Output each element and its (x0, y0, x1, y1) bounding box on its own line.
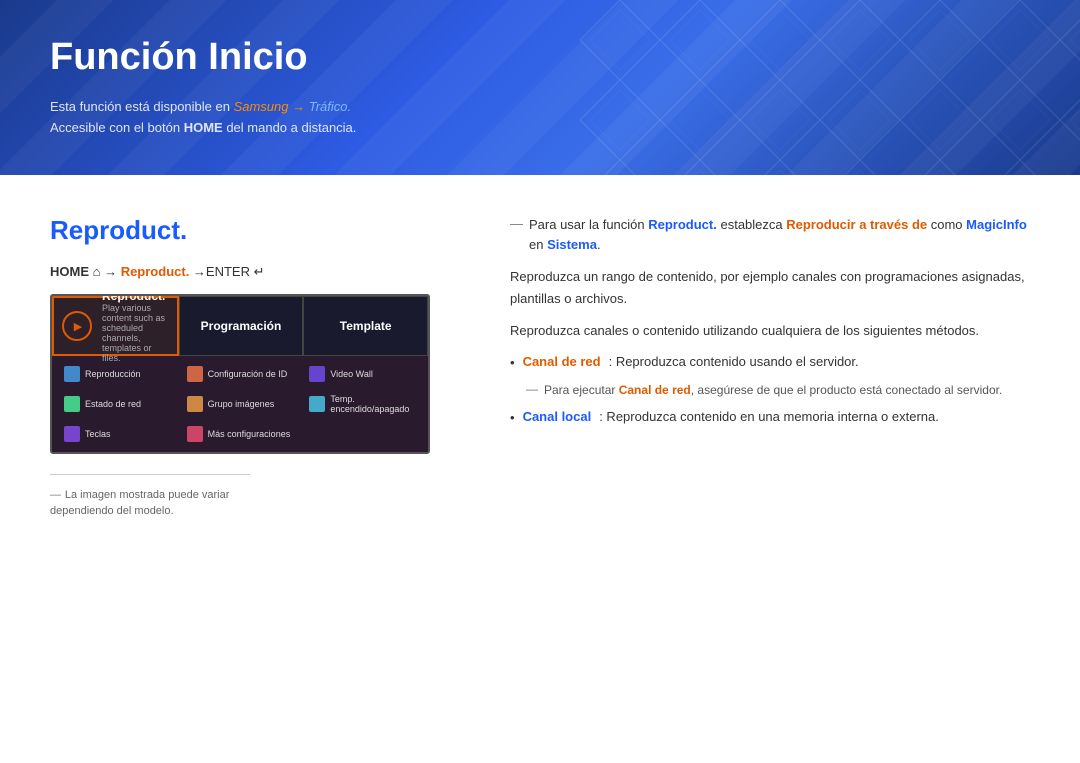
bullet-item-canal-local: Canal local : Reproduzca contenido en una… (510, 407, 1030, 428)
mockup-bottom-item-8[interactable]: Más configuraciones (181, 422, 300, 446)
mockup-bottom-item-4[interactable]: Estado de red (58, 390, 177, 418)
subtitle-line2-prefix: Accesible con el botón (50, 120, 184, 135)
page-title: Función Inicio (50, 36, 1030, 79)
tip-mid1: establezca (717, 217, 786, 232)
item-desc-reproduct: Play various content such as scheduled c… (102, 303, 169, 363)
main-content: Reproduct. HOME ⌂ → Reproduct. →ENTER ↵ … (0, 175, 1080, 557)
footer-dash: — (50, 489, 61, 501)
nav-reproduct-link: Reproduct. (117, 264, 189, 279)
sub-dash: — (526, 382, 538, 396)
mockup-top-bar: Reproduct. Play various content such as … (52, 296, 428, 356)
tip-mid3: en (529, 237, 547, 252)
mockup-bottom-item-2[interactable]: Configuración de ID (181, 362, 300, 386)
item-text-reproduct: Reproduct. Play various content such as … (102, 294, 169, 363)
tip-suffix: . (597, 237, 601, 252)
left-column: Reproduct. HOME ⌂ → Reproduct. →ENTER ↵ … (50, 215, 470, 517)
bottom-label-6: Temp. encendido/apagado (330, 394, 416, 414)
bottom-icon-7 (64, 426, 80, 442)
bottom-icon-8 (187, 426, 203, 442)
tip-line: — Para usar la función Reproduct. establ… (510, 215, 1030, 254)
item-title-reproduct: Reproduct. (102, 294, 169, 303)
tip-reproducir: Reproducir a través de (786, 217, 927, 232)
subtitle-home: HOME (184, 120, 223, 135)
sub-note: — Para ejecutar Canal de red, asegúrese … (526, 381, 1030, 399)
mockup-item-template[interactable]: Template (303, 296, 428, 356)
bottom-icon-5 (187, 396, 203, 412)
bottom-label-5: Grupo imágenes (208, 399, 275, 409)
tip-magicinfo: MagicInfo (966, 217, 1027, 232)
sub-prefix: Para ejecutar (544, 383, 619, 397)
canal-local-label: Canal local (523, 407, 592, 427)
tip-reproduct: Reproduct. (648, 217, 717, 232)
bottom-label-7: Teclas (85, 429, 111, 439)
nav-path: HOME ⌂ → Reproduct. →ENTER ↵ (50, 264, 470, 280)
footer-note: — La imagen mostrada puede variar depend… (50, 474, 250, 517)
bullet-list: Canal de red : Reproduzca contenido usand… (510, 352, 1030, 373)
bottom-icon-1 (64, 366, 80, 382)
mockup-item-programacion[interactable]: Programación (179, 296, 304, 356)
bottom-label-3: Video Wall (330, 369, 373, 379)
bottom-icon-4 (64, 396, 80, 412)
mockup-bottom-item-1[interactable]: Reproducción (58, 362, 177, 386)
canal-red-label: Canal de red (523, 352, 601, 372)
mockup-bottom-item-3[interactable]: Video Wall (303, 362, 422, 386)
item-title-programacion: Programación (201, 319, 282, 333)
tip-text: Para usar la función Reproduct. establez… (529, 215, 1030, 254)
desc1: Reproduzca un rango de contenido, por ej… (510, 266, 1030, 310)
desc2: Reproduzca canales o contenido utilizand… (510, 320, 1030, 342)
mockup-item-reproduct[interactable]: Reproduct. Play various content such as … (52, 296, 179, 356)
bottom-label-8: Más configuraciones (208, 429, 291, 439)
right-column: — Para usar la función Reproduct. establ… (510, 215, 1030, 517)
nav-home-icon: ⌂ → (89, 264, 117, 279)
bottom-icon-2 (187, 366, 203, 382)
mockup-bottom-item-5[interactable]: Grupo imágenes (181, 390, 300, 418)
subtitle-tizen: Tráfico. (309, 99, 351, 114)
mockup-bottom-bar: Reproducción Configuración de ID Video W… (52, 356, 428, 452)
nav-enter: →ENTER ↵ (189, 264, 264, 279)
nav-home-label: HOME (50, 264, 89, 279)
tip-sistema: Sistema (547, 237, 597, 252)
mockup-bottom-item-6[interactable]: Temp. encendido/apagado (303, 390, 422, 418)
tip-dash: — (510, 216, 523, 231)
subtitle-line2-suffix: del mando a distancia. (223, 120, 357, 135)
canal-local-text: : Reproduzca contenido en una memoria in… (599, 407, 939, 427)
bottom-label-2: Configuración de ID (208, 369, 288, 379)
tip-prefix: Para usar la función (529, 217, 648, 232)
sub-note-text: Para ejecutar Canal de red, asegúrese de… (544, 381, 1002, 399)
bottom-icon-3 (309, 366, 325, 382)
subtitle-prefix: Esta función está disponible en (50, 99, 234, 114)
diamond-pattern (580, 0, 1080, 175)
header-subtitle: Esta función está disponible en Samsung … (50, 97, 1030, 139)
section-title: Reproduct. (50, 215, 470, 246)
play-icon (62, 311, 92, 341)
canal-red-text: : Reproduzca contenido usando el servido… (609, 352, 859, 372)
sub-canal-red: Canal de red (619, 383, 691, 397)
header-banner: Función Inicio Esta función está disponi… (0, 0, 1080, 175)
ui-mockup: Reproduct. Play various content such as … (50, 294, 430, 454)
bottom-label-4: Estado de red (85, 399, 141, 409)
mockup-bottom-item-7[interactable]: Teclas (58, 422, 177, 446)
item-title-template: Template (340, 319, 392, 333)
bottom-icon-6 (309, 396, 325, 412)
subtitle-arrow: → (289, 99, 309, 114)
footer-text: La imagen mostrada puede variar dependie… (50, 489, 229, 517)
tip-mid2: como (927, 217, 966, 232)
subtitle-samsung: Samsung (234, 99, 289, 114)
sub-suffix: , asegúrese de que el producto está cone… (691, 383, 1003, 397)
bullet-item-canal-red: Canal de red : Reproduzca contenido usand… (510, 352, 1030, 373)
bottom-label-1: Reproducción (85, 369, 141, 379)
bullet-list-2: Canal local : Reproduzca contenido en una… (510, 407, 1030, 428)
